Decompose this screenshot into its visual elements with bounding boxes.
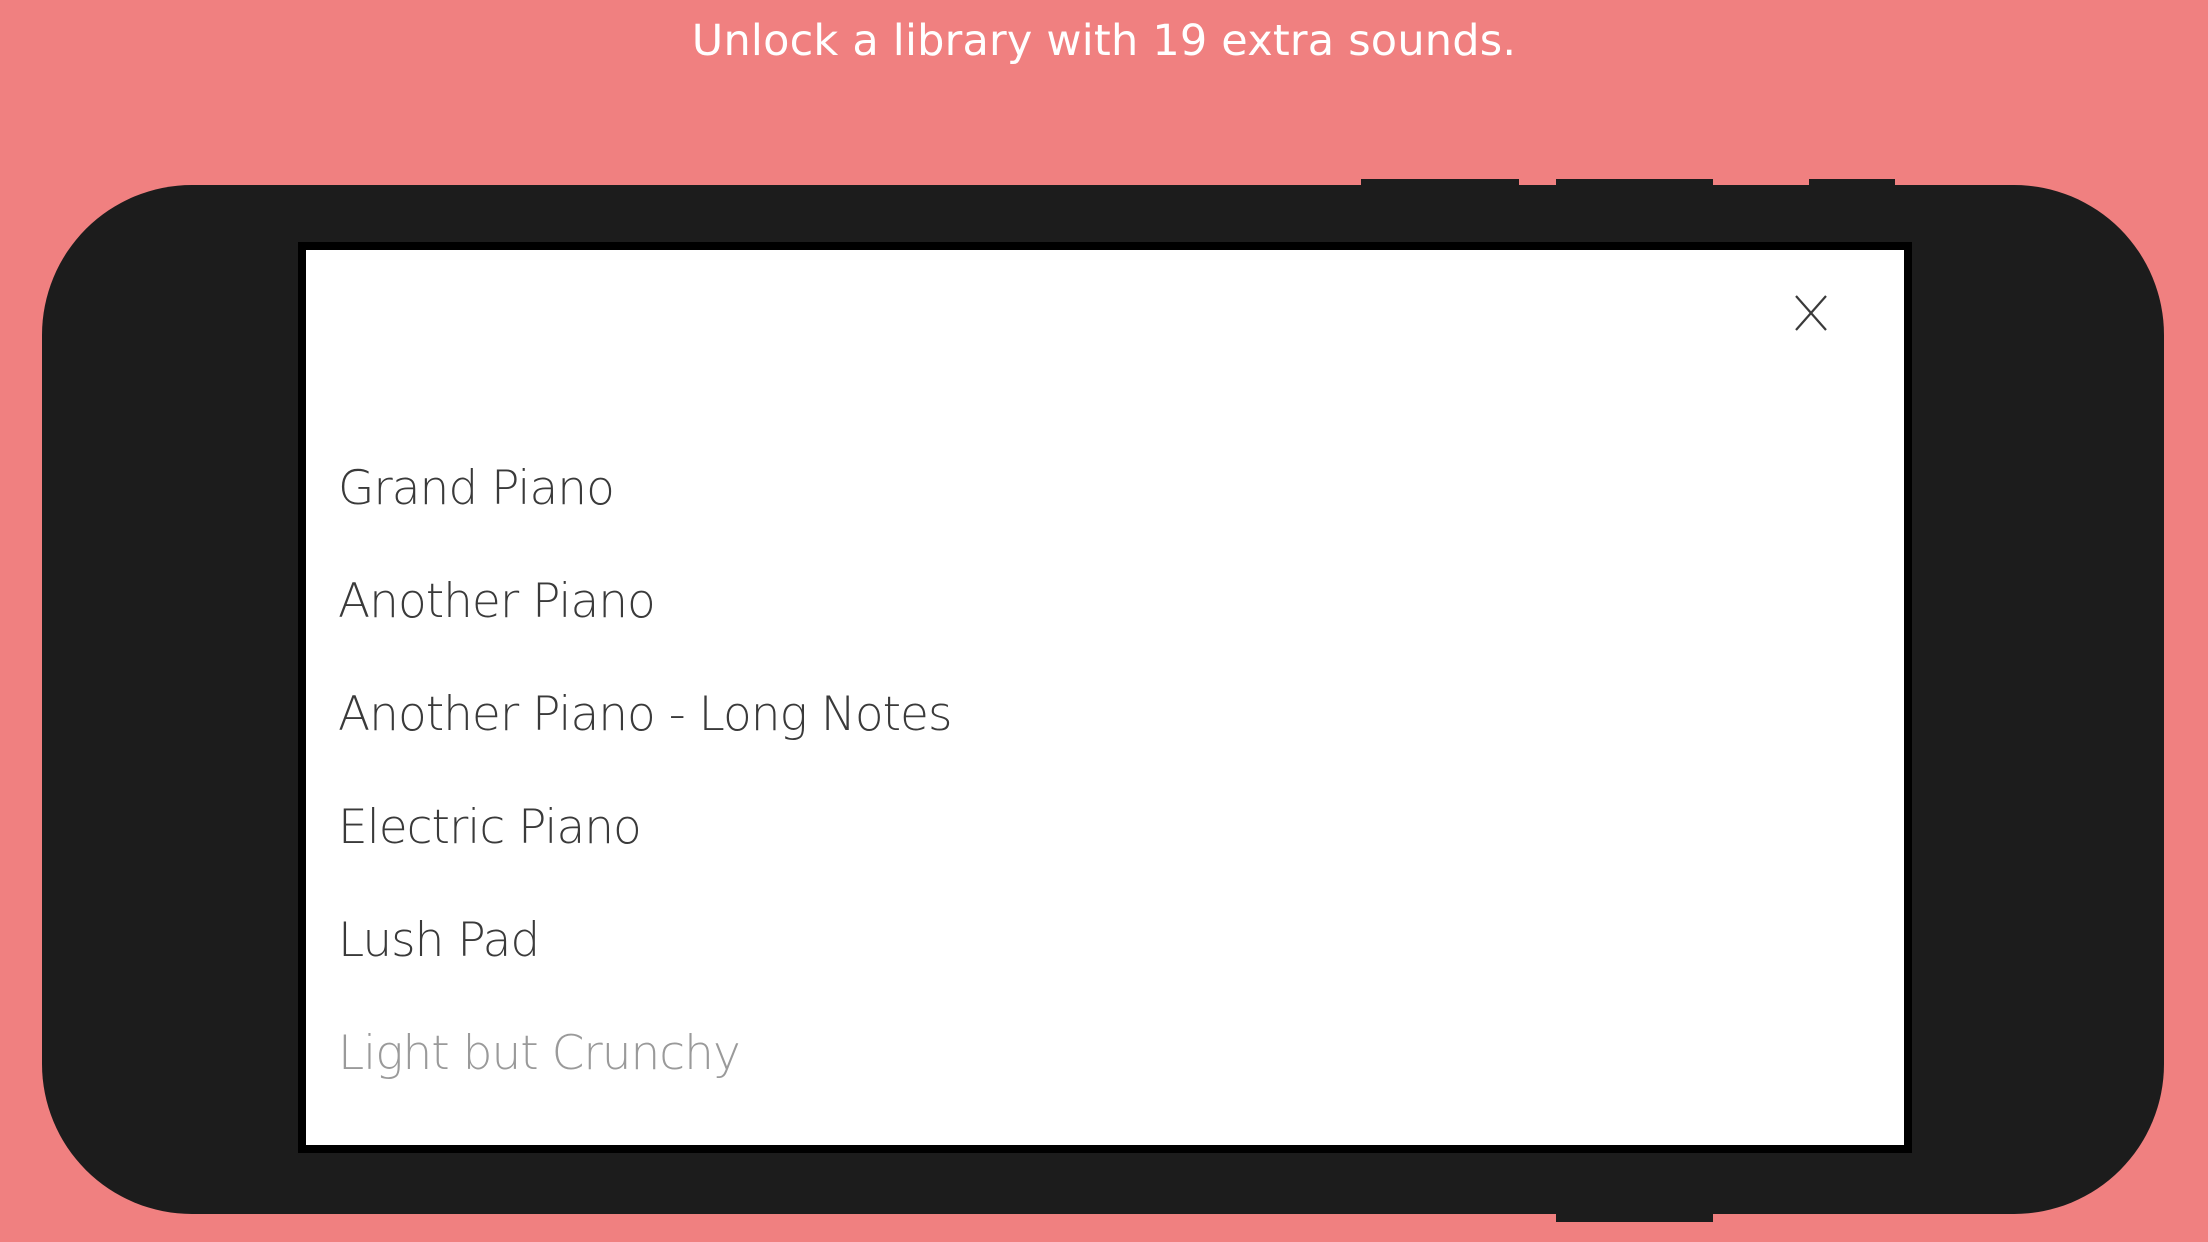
promo-headline: Unlock a library with 19 extra sounds.	[691, 16, 1517, 66]
sound-item-another-piano-long-notes[interactable]: Another Piano - Long Notes	[338, 658, 952, 771]
close-x-icon	[1795, 295, 1827, 331]
phone-screen: Grand Piano Another Piano Another Piano …	[298, 242, 1912, 1153]
sound-item-electric-piano[interactable]: Electric Piano	[338, 771, 951, 884]
sound-item-light-but-crunchy[interactable]: Light but Crunchy	[338, 997, 951, 1110]
sound-list: Grand Piano Another Piano Another Piano …	[338, 432, 952, 1110]
close-button[interactable]	[1784, 286, 1838, 340]
sound-library-modal: Grand Piano Another Piano Another Piano …	[306, 250, 1904, 1145]
sound-item-lush-pad[interactable]: Lush Pad	[338, 884, 951, 997]
sound-item-grand-piano[interactable]: Grand Piano	[338, 432, 951, 545]
sound-item-another-piano[interactable]: Another Piano	[338, 545, 951, 658]
